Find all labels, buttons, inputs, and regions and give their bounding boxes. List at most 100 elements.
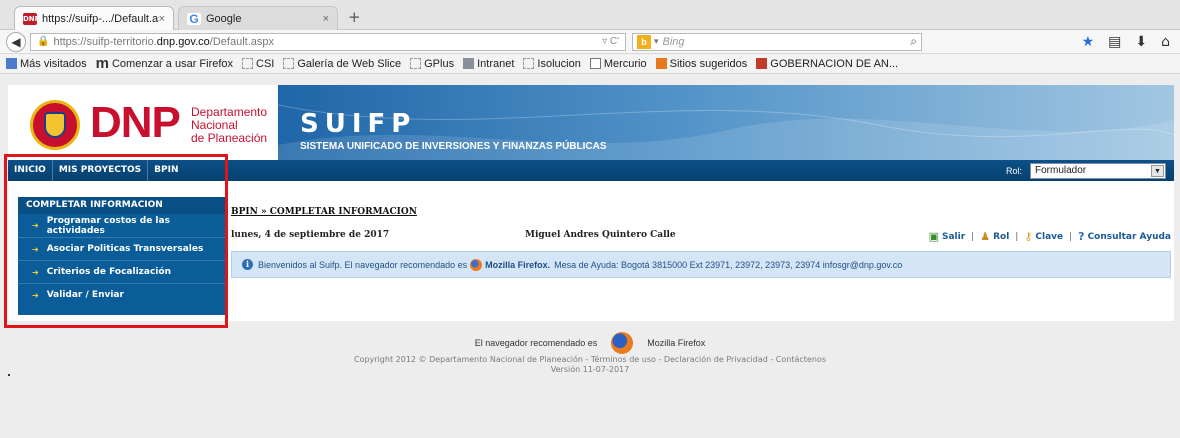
tab-close-icon[interactable]: × xyxy=(323,13,329,25)
bookmark-folder-icon xyxy=(6,58,17,69)
page-icon xyxy=(523,58,535,69)
welcome-text: Bienvenidos al Suifp. El navegador recom… xyxy=(258,259,468,270)
bookmark-label: GPlus xyxy=(424,57,455,70)
rol-selector: Rol: Formulador ▼ xyxy=(1005,162,1174,179)
dnp-sub-line: de Planeación xyxy=(191,131,268,145)
user-name: Miguel Andres Quintero Calle xyxy=(525,230,676,240)
search-dropdown-icon[interactable]: ▾ xyxy=(654,36,659,47)
lock-icon: 🔒 xyxy=(37,36,50,47)
consultar-ayuda-link[interactable]: ? Consultar Ayuda xyxy=(1078,230,1171,243)
bookmark-label: Intranet xyxy=(477,57,515,70)
salir-link[interactable]: ▣ Salir xyxy=(929,230,966,243)
firefox-icon[interactable] xyxy=(611,332,634,354)
tab-suifp[interactable]: DNP https://suifp-.../Default.aspx × xyxy=(14,6,174,30)
bookmark-label: Mercurio xyxy=(603,57,647,70)
bookmarks-bar: Más visitados m Comenzar a usar Firefox C… xyxy=(0,54,1180,74)
clave-link[interactable]: ⚷ Clave xyxy=(1024,230,1063,243)
bookmark-csi[interactable]: CSI xyxy=(242,58,274,70)
dnp-logo-subtitle: Departamento Nacional de Planeación xyxy=(191,106,267,145)
bookmark-label: Sitios sugeridos xyxy=(669,57,748,70)
msn-icon: m xyxy=(95,55,109,72)
url-bar[interactable]: 🔒 https://suifp-territorio. dnp.gov.co/De… xyxy=(30,32,626,51)
chevron-down-icon[interactable]: ▼ xyxy=(1151,164,1164,177)
browser-nav-bar: ◀ 🔒 https://suifp-territorio. dnp.gov.co /… xyxy=(0,30,1180,54)
url-domain: dnp.gov.co xyxy=(156,35,210,48)
search-placeholder: Bing xyxy=(662,35,685,48)
bing-icon[interactable]: b xyxy=(637,34,651,49)
back-arrow-icon: ◀ xyxy=(11,34,21,49)
chart-icon xyxy=(589,58,601,69)
separator: | xyxy=(971,231,975,242)
rol-dropdown[interactable]: Formulador ▼ xyxy=(1030,162,1166,179)
tab-google[interactable]: G Google × xyxy=(178,6,338,30)
bookmark-label: CSI xyxy=(256,57,275,70)
user-actions: ▣ Salir | ♟ Rol | ⚷ Clave | ? Consultar Ayud… xyxy=(929,230,1171,243)
search-icon[interactable]: ⌕ xyxy=(910,34,917,49)
bookmark-label: GOBERNACION DE AN... xyxy=(770,57,899,70)
app-title: SUIFP xyxy=(300,109,417,139)
browser-tab-bar: DNP https://suifp-.../Default.aspx × G G… xyxy=(0,0,1180,30)
toolbar-icons: ★ ▤ ⬇ ⌂ xyxy=(1082,34,1174,50)
bookmark-isolucion[interactable]: Isolucion xyxy=(523,57,581,70)
action-label: Rol xyxy=(993,231,1010,242)
footer-firefox-label: Mozilla Firefox xyxy=(647,338,706,348)
reading-list-icon[interactable]: ▤ xyxy=(1108,34,1121,50)
coat-of-arms-icon xyxy=(30,100,80,150)
intranet-icon xyxy=(463,58,475,69)
url-prefix: https://suifp-territorio. xyxy=(53,35,157,48)
new-tab-button[interactable]: + xyxy=(348,8,361,26)
stray-dot xyxy=(8,374,10,376)
bookmark-web-slice[interactable]: Galería de Web Slice xyxy=(283,58,401,70)
action-label: Salir xyxy=(941,231,966,242)
page-footer: El navegador recomendado es Mozilla Fire… xyxy=(0,332,1180,374)
page-icon xyxy=(242,58,254,69)
suggested-sites-icon xyxy=(655,58,667,69)
home-icon[interactable]: ⌂ xyxy=(1161,34,1170,50)
reload-icon[interactable]: ▿ C' xyxy=(602,36,619,47)
action-label: Consultar Ayuda xyxy=(1087,231,1171,242)
dnp-logo-text: DNP xyxy=(90,98,181,147)
footer-text: El navegador recomendado es xyxy=(474,338,598,348)
breadcrumb[interactable]: BPIN » COMPLETAR INFORMACION xyxy=(231,207,417,217)
google-favicon-icon: G xyxy=(187,12,201,25)
url-suffix: /Default.aspx xyxy=(209,35,274,48)
help-desk-text: Mesa de Ayuda: Bogotá 3815000 Ext 23971,… xyxy=(554,259,903,270)
bookmark-gplus[interactable]: GPlus xyxy=(410,58,454,70)
download-icon[interactable]: ⬇ xyxy=(1135,34,1147,50)
app-header: DNP Departamento Nacional de Planeación … xyxy=(8,85,1174,160)
suifp-banner: SUIFP SISTEMA UNIFICADO DE INVERSIONES Y… xyxy=(278,85,1174,160)
dnp-favicon-icon: DNP xyxy=(23,12,40,25)
current-date: lunes, 4 de septiembre de 2017 xyxy=(231,230,390,240)
bookmark-mas-visitados[interactable]: Más visitados xyxy=(6,58,87,70)
info-icon: i xyxy=(242,259,253,270)
bookmark-intranet[interactable]: Intranet xyxy=(463,58,514,70)
footer-version: Versión 11-07-2017 xyxy=(550,365,630,374)
info-row: lunes, 4 de septiembre de 2017 Miguel An… xyxy=(231,230,1171,244)
firefox-link[interactable]: Mozilla Firefox. xyxy=(485,260,550,270)
bookmark-comenzar-firefox[interactable]: m Comenzar a usar Firefox xyxy=(95,55,234,72)
search-bar[interactable]: b ▾ Bing ⌕ xyxy=(632,32,922,51)
app-subtitle: SISTEMA UNIFICADO DE INVERSIONES Y FINAN… xyxy=(300,141,607,152)
firefox-icon xyxy=(470,258,483,271)
separator: | xyxy=(1015,231,1019,242)
rol-label: Rol: xyxy=(1005,165,1022,176)
welcome-message: i Bienvenidos al Suifp. El navegador rec… xyxy=(231,251,1171,278)
bookmark-sitios-sugeridos[interactable]: Sitios sugeridos xyxy=(655,57,748,70)
bookmark-mercurio[interactable]: Mercurio xyxy=(589,57,647,70)
key-icon: ⚷ xyxy=(1024,230,1033,243)
rol-link[interactable]: ♟ Rol xyxy=(980,230,1009,243)
highlight-box xyxy=(4,154,228,328)
page-icon xyxy=(410,58,422,69)
bookmark-gobernacion[interactable]: GOBERNACION DE AN... xyxy=(756,58,898,70)
dnp-logo[interactable]: DNP Departamento Nacional de Planeación xyxy=(8,85,278,160)
bookmark-label: Isolucion xyxy=(537,57,581,70)
rol-value: Formulador xyxy=(1035,165,1087,176)
back-button[interactable]: ◀ xyxy=(6,31,26,52)
separator: | xyxy=(1069,231,1073,242)
exit-icon: ▣ xyxy=(928,230,939,243)
footer-copyright[interactable]: Copyright 2012 © Departamento Nacional d… xyxy=(0,355,1180,364)
action-label: Clave xyxy=(1035,231,1064,242)
bookmark-star-icon[interactable]: ★ xyxy=(1082,34,1095,50)
tab-close-icon[interactable]: × xyxy=(159,13,165,25)
bookmark-label: Comenzar a usar Firefox xyxy=(111,57,234,70)
